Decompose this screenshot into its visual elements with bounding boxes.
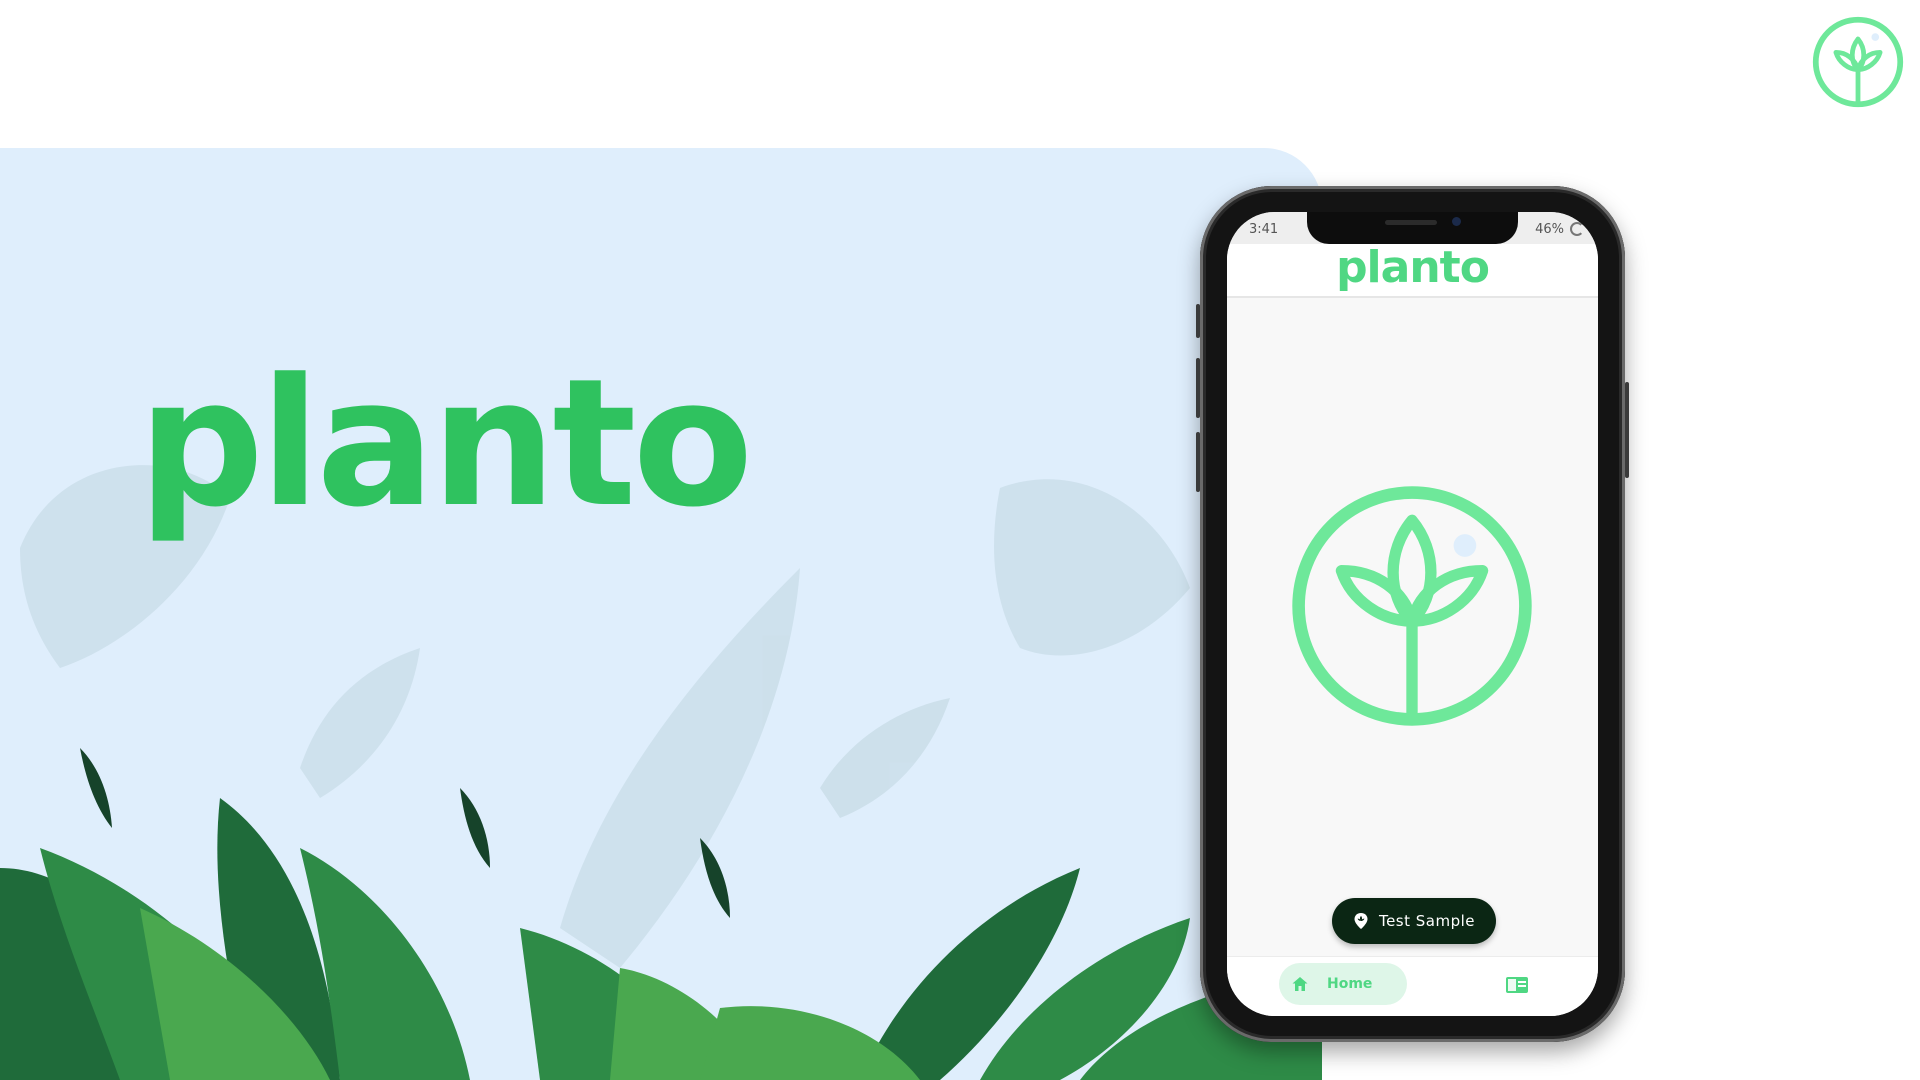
corner-plant-logo-icon [1812, 16, 1904, 108]
foliage-illustration [0, 465, 1322, 1080]
nav-item-home-label: Home [1327, 976, 1373, 992]
phone-silent-switch [1196, 304, 1200, 338]
plant-logo-icon [1292, 486, 1532, 726]
bottom-nav: Home [1227, 956, 1598, 1016]
test-sample-button[interactable]: Test Sample [1332, 898, 1496, 944]
app-wordmark: planto [1336, 242, 1490, 293]
status-time: 3:41 [1249, 222, 1279, 237]
nav-item-home[interactable]: Home [1279, 963, 1407, 1005]
phone-volume-down [1196, 432, 1200, 492]
phone-volume-up [1196, 358, 1200, 418]
phone-power-button [1625, 382, 1629, 478]
hero-wordmark: planto [138, 341, 753, 546]
app-header: planto [1227, 244, 1598, 298]
home-icon [1292, 977, 1308, 991]
status-battery: 46% [1535, 222, 1564, 237]
loading-ring-icon [1570, 222, 1584, 236]
phone-notch [1307, 212, 1518, 244]
status-bar: 3:41 46% [1227, 212, 1598, 244]
front-camera-icon [1452, 217, 1461, 226]
library-icon[interactable] [1505, 975, 1529, 995]
phone-mockup: 3:41 46% planto Test Sample Home [1196, 186, 1629, 1042]
hero-panel: planto [0, 148, 1322, 1080]
plant-scan-icon [1354, 913, 1368, 929]
phone-screen: 3:41 46% planto Test Sample Home [1227, 212, 1598, 1016]
speaker-grille [1385, 220, 1437, 225]
test-sample-label: Test Sample [1378, 912, 1476, 930]
